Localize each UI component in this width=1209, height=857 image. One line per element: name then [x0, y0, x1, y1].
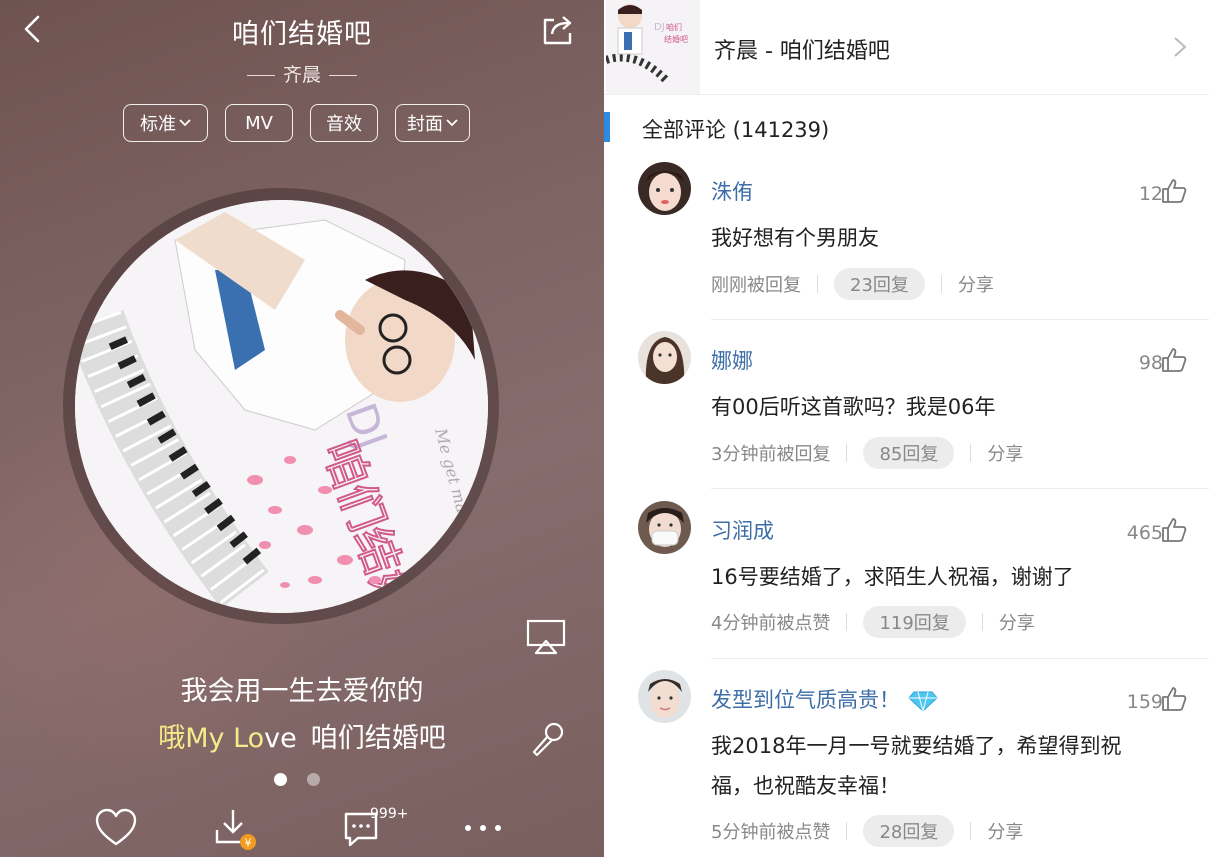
- comment-meta: 4分钟前被点赞 119回复 分享: [711, 606, 1035, 638]
- artist-row[interactable]: 齐晨: [0, 60, 604, 87]
- share-link[interactable]: 分享: [999, 609, 1035, 635]
- like-count: 98: [1138, 352, 1163, 374]
- comment-meta: 刚刚被回复 23回复 分享: [711, 268, 994, 300]
- page-indicator: [274, 773, 320, 786]
- album-cover-disc[interactable]: DJ 咱们结婚吧 Me get married: [75, 200, 488, 613]
- page-dot[interactable]: [307, 773, 320, 786]
- song-header-title: 齐晨 - 咱们结婚吧: [714, 39, 890, 64]
- quality-select[interactable]: 标准: [123, 104, 208, 142]
- option-pills: 标准 MV 音效 封面: [123, 104, 470, 142]
- avatar[interactable]: [638, 331, 691, 384]
- lyric-line-current: 我会用一生去爱你的: [180, 676, 424, 707]
- reply-count-button[interactable]: 23回复: [834, 268, 925, 300]
- album-thumbnail-art: DJ 咱们 结婚吧: [606, 0, 700, 94]
- chevron-down-icon: [446, 119, 458, 127]
- song-thumbnail: DJ 咱们 结婚吧: [606, 0, 700, 94]
- comment-time: 4分钟前被点赞: [711, 613, 831, 634]
- album-cover-art: DJ 咱们结婚吧 Me get married: [75, 200, 488, 613]
- chevron-right-icon[interactable]: [1173, 36, 1187, 58]
- microphone-icon[interactable]: [528, 720, 566, 758]
- song-header[interactable]: DJ 咱们 结婚吧 齐晨 - 咱们结婚吧: [604, 0, 1209, 95]
- comment-username[interactable]: 发型到位气质高贵！: [711, 684, 938, 714]
- download-icon[interactable]: ¥: [214, 808, 258, 852]
- divider: [711, 658, 1209, 659]
- reply-count-button[interactable]: 28回复: [863, 815, 955, 847]
- avatar[interactable]: [638, 501, 691, 554]
- comment-username[interactable]: 娜娜: [711, 345, 753, 375]
- comment-meta: 5分钟前被点赞 28回复 分享: [711, 815, 1023, 847]
- avatar[interactable]: [638, 670, 691, 723]
- thumbs-up-icon[interactable]: [1161, 517, 1187, 543]
- comment-time: 刚刚被回复: [711, 275, 801, 296]
- comment-item: 发型到位气质高贵！ 159 我2018年一月一号就要结婚了，希望得到祝 福，也祝…: [604, 668, 1209, 857]
- cover-label: 封面: [407, 114, 443, 135]
- lyric-highlighted-part: 哦My Lo: [158, 723, 265, 754]
- like-count: 12: [1138, 183, 1163, 205]
- comment-text: 我2018年一月一号就要结婚了，希望得到祝 福，也祝酷友幸福！: [711, 726, 1181, 806]
- diamond-vip-icon: [908, 691, 938, 712]
- comment-item: 洙侑 12 我好想有个男朋友 刚刚被回复 23回复 分享: [604, 160, 1209, 320]
- all-comments-title: 全部评论 (141239): [642, 118, 830, 142]
- lyric-line-tail: 咱们结婚吧: [310, 723, 446, 754]
- artist-name[interactable]: 齐晨: [283, 64, 321, 86]
- divider: [711, 488, 1209, 489]
- svg-text:DJ: DJ: [654, 22, 665, 33]
- share-link[interactable]: 分享: [958, 271, 994, 297]
- page-dot-active[interactable]: [274, 773, 287, 786]
- thumbs-up-icon[interactable]: [1161, 686, 1187, 712]
- avatar[interactable]: [638, 162, 691, 215]
- lyric-unhighlighted-part: ve: [264, 723, 297, 754]
- section-accent-bar: [604, 112, 610, 142]
- thumbs-up-icon[interactable]: [1161, 178, 1187, 204]
- comment-text: 有00后听这首歌吗？我是06年: [711, 395, 996, 419]
- comment-username[interactable]: 习润成: [711, 515, 774, 545]
- sound-effect-button[interactable]: 音效: [310, 104, 378, 142]
- comment-username[interactable]: 洙侑: [711, 176, 753, 206]
- reply-count-button[interactable]: 85回复: [863, 437, 955, 469]
- comment-count-badge: 999+: [370, 806, 409, 822]
- song-title: 咱们结婚吧: [232, 19, 372, 50]
- cover-select[interactable]: 封面: [395, 104, 470, 142]
- like-count: 159: [1126, 691, 1163, 713]
- share-link[interactable]: 分享: [987, 818, 1023, 844]
- share-icon[interactable]: [540, 12, 576, 48]
- comments-screen: DJ 咱们 结婚吧 齐晨 - 咱们结婚吧 全部评论 (141239) 洙侑 12…: [604, 0, 1209, 857]
- player-screen: 咱们结婚吧 齐晨 标准 MV 音效 封面 DJ 咱们结婚吧 Me get mar…: [0, 0, 604, 857]
- comment-meta: 3分钟前被回复 85回复 分享: [711, 437, 1023, 469]
- thumbs-up-icon[interactable]: [1161, 347, 1187, 373]
- share-link[interactable]: 分享: [987, 440, 1023, 466]
- comment-username-text[interactable]: 发型到位气质高贵！: [711, 688, 900, 712]
- comment-text-line: 福，也祝酷友幸福！: [711, 774, 900, 798]
- heart-icon[interactable]: [95, 808, 137, 848]
- divider: [711, 319, 1209, 320]
- svg-text:咱们: 咱们: [666, 22, 682, 32]
- svg-text:结婚吧: 结婚吧: [664, 34, 688, 44]
- comment-item: 习润成 465 16号要结婚了，求陌生人祝福，谢谢了 4分钟前被点赞 119回复…: [604, 499, 1209, 659]
- mv-label: MV: [245, 112, 273, 134]
- airplay-icon[interactable]: [526, 617, 566, 657]
- comment-item: 娜娜 98 有00后听这首歌吗？我是06年 3分钟前被回复 85回复 分享: [604, 329, 1209, 489]
- player-action-bar: ¥: [0, 808, 604, 857]
- lyric-line-next: 哦My Love 咱们结婚吧: [0, 716, 604, 755]
- comment-text: 我好想有个男朋友: [711, 226, 879, 250]
- effect-label: 音效: [326, 114, 362, 135]
- more-dots-icon[interactable]: [462, 818, 504, 838]
- quality-label: 标准: [140, 114, 176, 135]
- comment-text: 16号要结婚了，求陌生人祝福，谢谢了: [711, 565, 1074, 589]
- mv-button[interactable]: MV: [225, 104, 293, 142]
- comment-time: 5分钟前被点赞: [711, 822, 831, 843]
- svg-text:¥: ¥: [245, 837, 252, 850]
- chevron-down-icon: [179, 119, 191, 127]
- like-count: 465: [1126, 522, 1163, 544]
- comment-time: 3分钟前被回复: [711, 444, 831, 465]
- comment-text-line: 我2018年一月一号就要结婚了，希望得到祝: [711, 734, 1122, 758]
- reply-count-button[interactable]: 119回复: [863, 606, 966, 638]
